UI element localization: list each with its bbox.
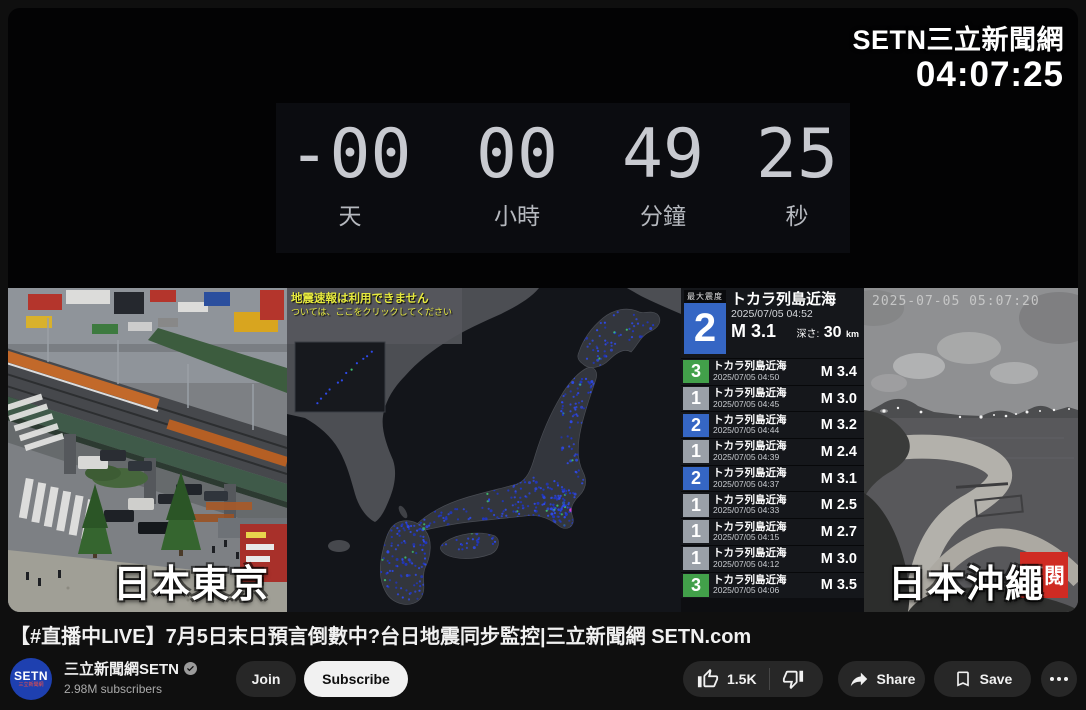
save-button[interactable]: Save	[934, 661, 1031, 697]
join-button[interactable]: Join	[236, 661, 296, 697]
quake-magnitude: M 3.1	[731, 321, 776, 342]
broadcaster-watermark: SETN三立新聞網 04:07:25	[852, 18, 1064, 94]
countdown-minutes: 49 分鐘	[607, 121, 719, 231]
subscribe-button[interactable]: Subscribe	[304, 661, 408, 697]
quake-magnitude: M 3.4	[821, 364, 864, 380]
quake-datetime: 2025/07/05 04:45	[713, 400, 787, 409]
quake-row: 1トカラ列島近海2025/07/05 04:33M 2.5	[681, 491, 864, 518]
channel-meta: 三立新聞網SETN 2.98M subscribers	[64, 658, 197, 696]
quake-magnitude: M 2.7	[821, 524, 864, 540]
share-arrow-icon	[848, 668, 870, 690]
intensity-badge: 1	[683, 520, 709, 543]
quake-datetime: 2025/07/05 04:50	[713, 373, 787, 382]
quake-location: トカラ列島近海	[713, 388, 787, 400]
avatar-logo-text: SETN	[14, 670, 48, 682]
thumb-up-icon[interactable]	[697, 668, 719, 690]
setn-logo: SETN三立新聞網	[852, 18, 1064, 57]
tokyo-cam-label: 日本東京	[113, 553, 269, 608]
map-warning-notice: 地震速報は利用できません ついては、ここをクリックしてください	[291, 292, 452, 319]
quake-magnitude: M 3.2	[821, 417, 864, 433]
like-dislike-group: 1.5K	[683, 661, 823, 697]
channel-row: SETN 三立新聞網 三立新聞網SETN 2.98M subscribers J…	[0, 655, 1086, 705]
earthquake-list: 最大震度 2 トカラ列島近海 2025/07/05 04:52 M 3.1 深さ…	[681, 288, 864, 612]
subscriber-count: 2.98M subscribers	[64, 682, 197, 696]
channel-name[interactable]: 三立新聞網SETN	[64, 658, 197, 679]
quake-datetime: 2025/07/05 04:33	[713, 506, 787, 515]
quake-datetime: 2025/07/05 04:52	[731, 308, 864, 321]
intensity-badge: 3	[683, 360, 709, 383]
quake-rows: 3トカラ列島近海2025/07/05 04:50M 3.41トカラ列島近海202…	[681, 358, 864, 598]
quake-row: 1 トカラ列島近海2025/07/05 04:45 M 3.0	[681, 385, 864, 412]
quake-magnitude: M 3.1	[821, 471, 864, 487]
countdown-days: -00 天	[280, 121, 420, 231]
doomsday-countdown-panel: -00 天 00 小時 49 分鐘 25 秒	[276, 103, 850, 253]
three-dots-icon	[1050, 677, 1068, 681]
quake-datetime: 2025/07/05 04:39	[713, 453, 787, 462]
intensity-badge: 1	[683, 494, 709, 517]
video-title: 【#直播中LIVE】7月5日末日預言倒數中?台日地震同步監控|三立新聞網 SET…	[10, 620, 1070, 649]
quake-magnitude: M 2.4	[821, 444, 864, 460]
quake-row: 1トカラ列島近海2025/07/05 04:39M 2.4	[681, 438, 864, 465]
like-count[interactable]: 1.5K	[727, 671, 757, 687]
intensity-badge: 2	[683, 414, 709, 437]
quake-featured: 最大震度 2 トカラ列島近海 2025/07/05 04:52 M 3.1 深さ…	[681, 288, 864, 358]
cam-timestamp: 2025-07-05 05:07:20	[872, 294, 1040, 309]
multicam-strip: 日本東京	[8, 288, 1078, 612]
quake-datetime: 2025/07/05 04:37	[713, 480, 787, 489]
countdown-hours: 00 小時	[461, 121, 573, 231]
more-actions-button[interactable]	[1041, 661, 1077, 697]
youtube-watch-page: SETN三立新聞網 04:07:25 -00 天 00 小時 49 分鐘 25 …	[0, 0, 1086, 710]
japan-seismic-map: 地震速報は利用できません ついては、ここをクリックしてください	[287, 288, 681, 612]
thumb-down-icon[interactable]	[782, 668, 804, 690]
intensity-badge: 1	[683, 387, 709, 410]
quake-datetime: 2025/07/05 04:06	[713, 586, 787, 595]
japan-map	[287, 288, 681, 612]
quake-magnitude: M 3.0	[821, 551, 864, 567]
divider	[769, 668, 770, 690]
bookmark-icon	[953, 669, 973, 689]
quake-row: 2 トカラ列島近海2025/07/05 04:37 M 3.1	[681, 465, 864, 492]
quake-row: 1トカラ列島近海2025/07/05 04:15M 2.7	[681, 518, 864, 545]
video-player[interactable]: SETN三立新聞網 04:07:25 -00 天 00 小時 49 分鐘 25 …	[8, 8, 1078, 612]
intensity-badge: 2	[684, 302, 726, 354]
avatar-logo-subtext: 三立新聞網	[18, 682, 43, 689]
quake-row: 3トカラ列島近海2025/07/05 04:06M 3.5	[681, 572, 864, 599]
intensity-badge: 2	[683, 467, 709, 490]
quake-datetime: 2025/07/05 04:44	[713, 426, 787, 435]
quake-location: トカラ列島近海	[731, 291, 864, 308]
intensity-badge: 3	[683, 574, 709, 597]
share-button[interactable]: Share	[838, 661, 925, 697]
quake-row: 1トカラ列島近海2025/07/05 04:12M 3.0	[681, 545, 864, 572]
verified-check-icon	[184, 662, 197, 675]
quake-magnitude: M 2.5	[821, 497, 864, 513]
quake-datetime: 2025/07/05 04:15	[713, 533, 787, 542]
broadcast-clock: 04:07:25	[852, 57, 1064, 94]
channel-avatar[interactable]: SETN 三立新聞網	[10, 658, 52, 700]
quake-magnitude: M 3.5	[821, 577, 864, 593]
countdown-seconds: 25 秒	[741, 121, 853, 231]
tokyo-live-cam: 日本東京	[8, 288, 287, 612]
quake-datetime: 2025/07/05 04:12	[713, 560, 787, 569]
quake-row: 3トカラ列島近海2025/07/05 04:50M 3.4	[681, 358, 864, 385]
max-intensity-label: 最大震度	[684, 290, 726, 303]
quake-magnitude: M 3.0	[821, 391, 864, 407]
quake-location: トカラ列島近海	[713, 468, 787, 480]
quake-row: 2トカラ列島近海2025/07/05 04:44M 3.2	[681, 411, 864, 438]
okinawa-live-cam: 2025-07-05 05:07:20 訂閱 日本沖繩	[864, 288, 1078, 612]
intensity-badge: 1	[683, 547, 709, 570]
okinawa-cam-label: 日本沖繩	[888, 553, 1044, 608]
intensity-badge: 1	[683, 440, 709, 463]
quake-depth: 深さ: 30 km	[797, 324, 865, 342]
